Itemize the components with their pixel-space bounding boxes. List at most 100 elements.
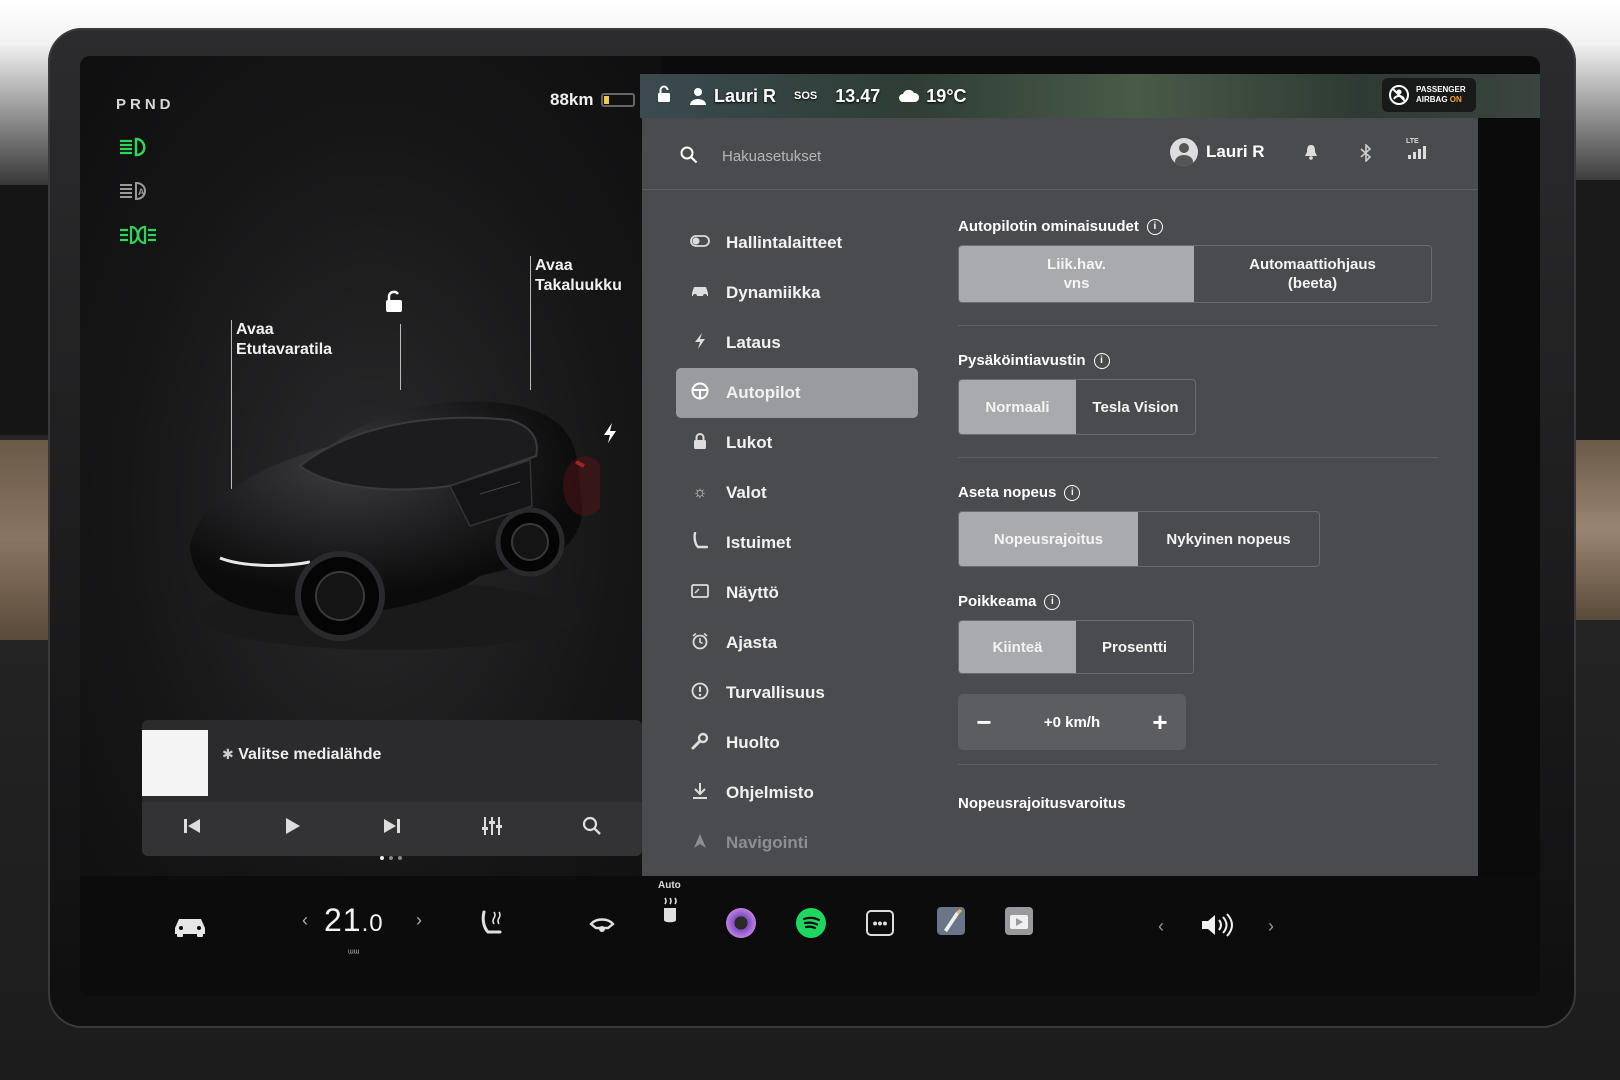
option-tesla-vision[interactable]: Tesla Vision	[1076, 380, 1195, 434]
nav-item-dynamiikka[interactable]: Dynamiikka	[676, 268, 918, 318]
nav-item-ajasta[interactable]: Ajasta	[676, 618, 918, 668]
frunk-callout-line1: Avaa	[236, 321, 274, 338]
toybox-app-icon[interactable]	[936, 906, 966, 941]
media-source-selector[interactable]: ✱ Valitse medialähde	[222, 746, 381, 764]
charge-port-icon[interactable]	[602, 422, 618, 450]
more-apps-icon[interactable]: •••	[866, 910, 894, 936]
outside-temperature: 19°C	[926, 85, 967, 106]
option-autosteer-beta[interactable]: Automaattiohjaus (beeta)	[1194, 246, 1431, 302]
nav-item-navigointi[interactable]: Navigointi	[676, 818, 918, 868]
settings-search-bar: Hakuasetukset Lauri R LTE	[642, 118, 1478, 190]
theater-app-icon[interactable]	[1004, 906, 1034, 941]
seat-heater-driver-icon[interactable]	[478, 908, 506, 943]
temp-up-button[interactable]: ›	[416, 910, 422, 931]
nav-item-ohjelmisto[interactable]: Ohjelmisto	[676, 768, 918, 818]
seat-heater-passenger-icon[interactable]	[658, 896, 682, 931]
volume-icon[interactable]	[1200, 912, 1234, 943]
toggle-icon	[690, 234, 710, 252]
cloud-icon	[899, 89, 920, 102]
previous-track-button[interactable]	[172, 817, 212, 841]
volume-down-button[interactable]: ‹	[1158, 916, 1164, 937]
lte-label: LTE	[1406, 138, 1419, 145]
decrease-offset-button[interactable]: −	[972, 707, 996, 738]
user-profile-button[interactable]: Lauri R	[1170, 138, 1265, 166]
gear-indicator: PRND	[116, 96, 175, 113]
nav-item-naytto[interactable]: Näyttö	[676, 568, 918, 618]
nav-label: Dynamiikka	[726, 283, 821, 302]
trunk-callout-line1: Avaa	[535, 257, 573, 274]
person-icon	[690, 88, 706, 105]
cabin-temperature[interactable]: 21.0	[324, 902, 384, 939]
svg-text:A: A	[138, 187, 145, 197]
nav-item-hallintalaitteet[interactable]: Hallintalaitteet	[676, 218, 918, 268]
section-title-text: Aseta nopeus	[958, 484, 1057, 501]
avatar	[1170, 138, 1198, 166]
nav-label: Lataus	[726, 333, 781, 352]
autopilot-features-title: Autopilotin ominaisuudet i	[958, 218, 1438, 235]
nav-item-valot[interactable]: ☼ Valot	[676, 468, 918, 518]
low-beam-icon[interactable]	[118, 136, 152, 164]
unlock-icon[interactable]	[382, 290, 404, 314]
cabin-temp-whole: 21	[324, 902, 362, 938]
settings-panel: Hakuasetukset Lauri R LTE Hallintalaitte…	[642, 118, 1478, 876]
vehicle-model-image	[190, 401, 600, 650]
sos-indicator[interactable]: SOS	[794, 90, 817, 102]
range-indicator: 88km	[550, 90, 636, 110]
park-assist-selector: Normaali Tesla Vision	[958, 379, 1196, 435]
temp-down-button[interactable]: ‹	[302, 910, 308, 931]
media-search-button[interactable]	[572, 816, 612, 842]
clock: 13.47	[835, 85, 881, 106]
volume-up-button[interactable]: ›	[1268, 916, 1274, 937]
info-icon[interactable]: i	[1146, 218, 1163, 235]
media-page-indicator	[380, 856, 402, 860]
trunk-callout-line2: Takaluukku	[535, 277, 622, 294]
nav-item-huolto[interactable]: Huolto	[676, 718, 918, 768]
info-icon[interactable]: i	[1093, 352, 1110, 369]
bluetooth-icon[interactable]	[1360, 143, 1372, 167]
camera-app-icon[interactable]	[726, 908, 756, 938]
auto-headlights-icon[interactable]: A	[118, 180, 152, 208]
section-title-text: Nopeusrajoitusvaroitus	[958, 795, 1126, 812]
lte-signal-icon: LTE	[1406, 138, 1428, 164]
option-percent[interactable]: Prosentti	[1076, 621, 1193, 673]
option-current-speed[interactable]: Nykyinen nopeus	[1138, 512, 1319, 566]
play-button[interactable]	[272, 817, 312, 841]
next-track-button[interactable]	[372, 817, 412, 841]
equalizer-button[interactable]	[472, 816, 512, 842]
nav-item-istuimet[interactable]: Istuimet	[676, 518, 918, 568]
defrost-icons[interactable]: ᵚᵚ	[348, 948, 359, 959]
fog-lights-icon[interactable]	[118, 224, 158, 252]
nav-label: Istuimet	[726, 533, 792, 552]
bluetooth-icon: ✱	[222, 746, 234, 762]
increase-offset-button[interactable]: +	[1148, 707, 1172, 738]
driver-profile[interactable]: Lauri R	[690, 86, 776, 107]
trunk-open-button[interactable]: Avaa Takaluukku	[535, 256, 622, 296]
touchscreen: PRND 88km A Avaa Etutavaratila Avaa Taka…	[80, 56, 1540, 996]
navigation-icon	[690, 833, 710, 854]
nav-item-lataus[interactable]: Lataus	[676, 318, 918, 368]
nav-item-lukot[interactable]: Lukot	[676, 418, 918, 468]
option-speed-limit[interactable]: Nopeusrajoitus	[959, 512, 1138, 566]
download-icon	[690, 782, 710, 805]
nav-item-turvallisuus[interactable]: Turvallisuus	[676, 668, 918, 718]
option-normal[interactable]: Normaali	[959, 380, 1077, 434]
display-icon	[690, 583, 710, 603]
frunk-open-button[interactable]: Avaa Etutavaratila	[236, 320, 332, 360]
airbag-icon	[1389, 85, 1409, 105]
notification-bell-icon[interactable]	[1304, 144, 1318, 165]
steering-wheel-heater-icon[interactable]	[588, 916, 616, 941]
nav-label: Lukot	[726, 433, 773, 452]
nav-label: Näyttö	[726, 583, 779, 602]
nav-label: Autopilot	[726, 383, 801, 402]
search-input[interactable]: Hakuasetukset	[722, 148, 821, 165]
lock-status-icon[interactable]	[656, 85, 672, 108]
nav-item-autopilot[interactable]: Autopilot	[676, 368, 918, 418]
car-controls-icon[interactable]	[172, 914, 208, 943]
driver-name: Lauri R	[714, 85, 777, 106]
info-icon[interactable]: i	[1044, 593, 1061, 610]
option-traffic-aware-cruise[interactable]: Liik.hav. vns	[959, 246, 1194, 302]
info-icon[interactable]: i	[1064, 484, 1081, 501]
bolt-icon	[690, 332, 710, 355]
option-fixed[interactable]: Kiinteä	[959, 621, 1076, 673]
spotify-app-icon[interactable]	[796, 908, 826, 938]
